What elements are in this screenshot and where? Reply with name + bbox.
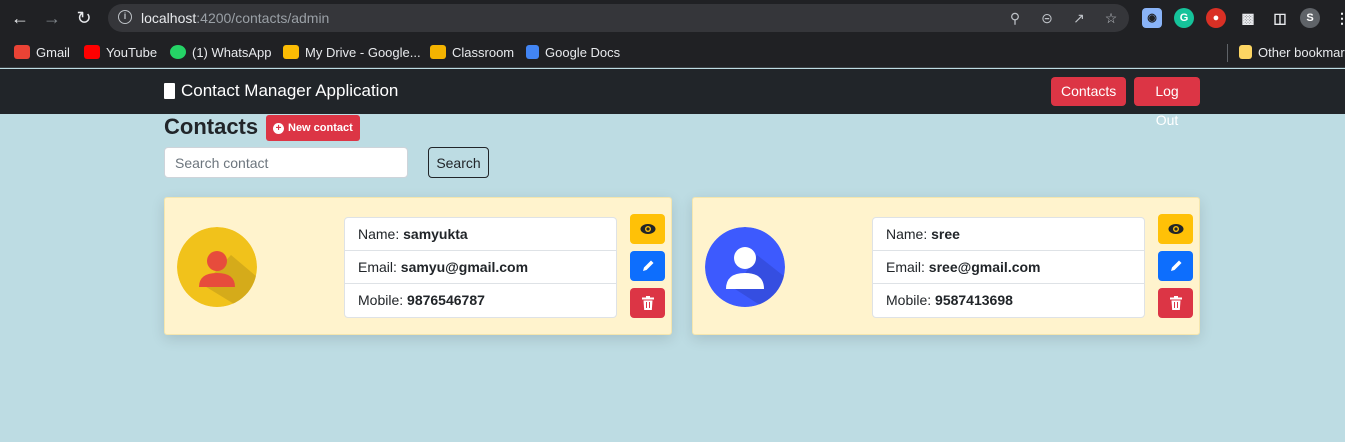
contact-email: samyu@gmail.com — [400, 259, 529, 275]
avatar — [705, 227, 785, 307]
menu-kebab-icon[interactable]: ⋮ — [1332, 8, 1345, 28]
key-icon[interactable]: ⚲ — [1006, 9, 1024, 27]
gmail-icon — [14, 45, 30, 59]
contact-email: sree@gmail.com — [928, 259, 1041, 275]
contact-name-row: Name: samyukta — [345, 218, 616, 251]
edit-button[interactable] — [630, 251, 665, 281]
search-button[interactable]: Search — [428, 147, 489, 178]
bookmark-drive[interactable]: My Drive - Google... — [283, 42, 421, 62]
new-contact-button[interactable]: + New contact — [266, 115, 360, 141]
trash-icon — [1169, 296, 1182, 310]
brand-title: Contact Manager Application — [181, 81, 399, 100]
contact-mobile: 9587413698 — [935, 292, 1013, 308]
address-bar[interactable]: i localhost:4200/contacts/admin ⚲ ⊝ ↗ ☆ — [108, 4, 1129, 32]
pencil-icon — [1170, 260, 1181, 271]
contact-email-row: Email: sree@gmail.com — [873, 251, 1144, 284]
bookmark-docs[interactable]: Google Docs — [526, 42, 620, 62]
contact-name-row: Name: sree — [873, 218, 1144, 251]
screen-capture-extension-icon[interactable]: ◉ — [1142, 8, 1162, 28]
app-navbar: Contact Manager Application Contacts Log… — [0, 69, 1345, 128]
eye-icon — [1168, 224, 1183, 234]
contact-card: Name: sree Email: sree@gmail.com Mobile:… — [692, 197, 1200, 335]
logout-button[interactable]: Log Out — [1134, 77, 1200, 128]
browser-toolbar: ← → ↻ i localhost:4200/contacts/admin ⚲ … — [0, 0, 1345, 36]
edit-button[interactable] — [1158, 251, 1193, 281]
zoom-icon[interactable]: ⊝ — [1038, 9, 1056, 27]
bookmark-youtube[interactable]: YouTube — [84, 42, 157, 62]
record-extension-icon[interactable]: ● — [1206, 8, 1226, 28]
pencil-icon — [642, 260, 653, 271]
bookmark-classroom[interactable]: Classroom — [430, 42, 514, 62]
page-title: Contacts — [164, 114, 259, 139]
extensions-puzzle-icon[interactable]: ▩ — [1238, 8, 1258, 28]
view-button[interactable] — [630, 214, 665, 244]
delete-button[interactable] — [1158, 288, 1193, 318]
folder-icon — [1239, 45, 1252, 59]
view-button[interactable] — [1158, 214, 1193, 244]
new-contact-label: New contact — [288, 122, 353, 134]
url-text[interactable]: localhost:4200/contacts/admin — [141, 10, 329, 26]
delete-button[interactable] — [630, 288, 665, 318]
person-avatar-icon — [177, 227, 257, 307]
avatar — [177, 227, 257, 307]
search-input[interactable] — [164, 147, 408, 178]
classroom-icon — [430, 45, 446, 59]
contact-mobile: 9876546787 — [407, 292, 485, 308]
site-info-icon[interactable]: i — [118, 10, 132, 24]
grammarly-extension-icon[interactable]: G — [1174, 8, 1194, 28]
trash-icon — [641, 296, 654, 310]
bookmarks-divider — [1227, 44, 1228, 62]
share-icon[interactable]: ↗ — [1070, 9, 1088, 27]
bookmark-gmail[interactable]: Gmail — [14, 42, 70, 62]
contact-details: Name: samyukta Email: samyu@gmail.com Mo… — [344, 217, 617, 318]
reload-icon[interactable]: ↻ — [72, 6, 96, 30]
plus-circle-icon: + — [273, 122, 284, 134]
eye-icon — [640, 224, 655, 234]
contact-card: Name: samyukta Email: samyu@gmail.com Mo… — [164, 197, 672, 335]
person-avatar-icon — [705, 227, 785, 307]
contact-mobile-row: Mobile: 9587413698 — [886, 292, 1013, 308]
forward-arrow-icon[interactable]: → — [40, 6, 64, 30]
contact-name: samyukta — [403, 226, 468, 242]
bookmarks-bar: Gmail YouTube (1) WhatsApp My Drive - Go… — [0, 36, 1345, 68]
whatsapp-icon — [170, 45, 186, 59]
contact-name: sree — [931, 226, 960, 242]
side-panel-icon[interactable]: ◫ — [1270, 8, 1290, 28]
bookmark-whatsapp[interactable]: (1) WhatsApp — [170, 42, 271, 62]
youtube-icon — [84, 45, 100, 59]
app-brand[interactable]: Contact Manager Application — [164, 81, 398, 101]
bookmark-star-icon[interactable]: ☆ — [1102, 9, 1120, 27]
contact-email-row: Email: samyu@gmail.com — [345, 251, 616, 284]
profile-avatar[interactable]: S — [1300, 8, 1320, 28]
contacts-button[interactable]: Contacts — [1051, 77, 1127, 106]
contact-mobile-row: Mobile: 9876546787 — [358, 292, 485, 308]
drive-icon — [283, 45, 299, 59]
back-arrow-icon[interactable]: ← — [8, 6, 32, 30]
docs-icon — [526, 45, 539, 59]
bookmark-other-folder[interactable]: Other bookmarks — [1239, 42, 1345, 62]
contact-book-icon — [164, 83, 175, 99]
contact-details: Name: sree Email: sree@gmail.com Mobile:… — [872, 217, 1145, 318]
